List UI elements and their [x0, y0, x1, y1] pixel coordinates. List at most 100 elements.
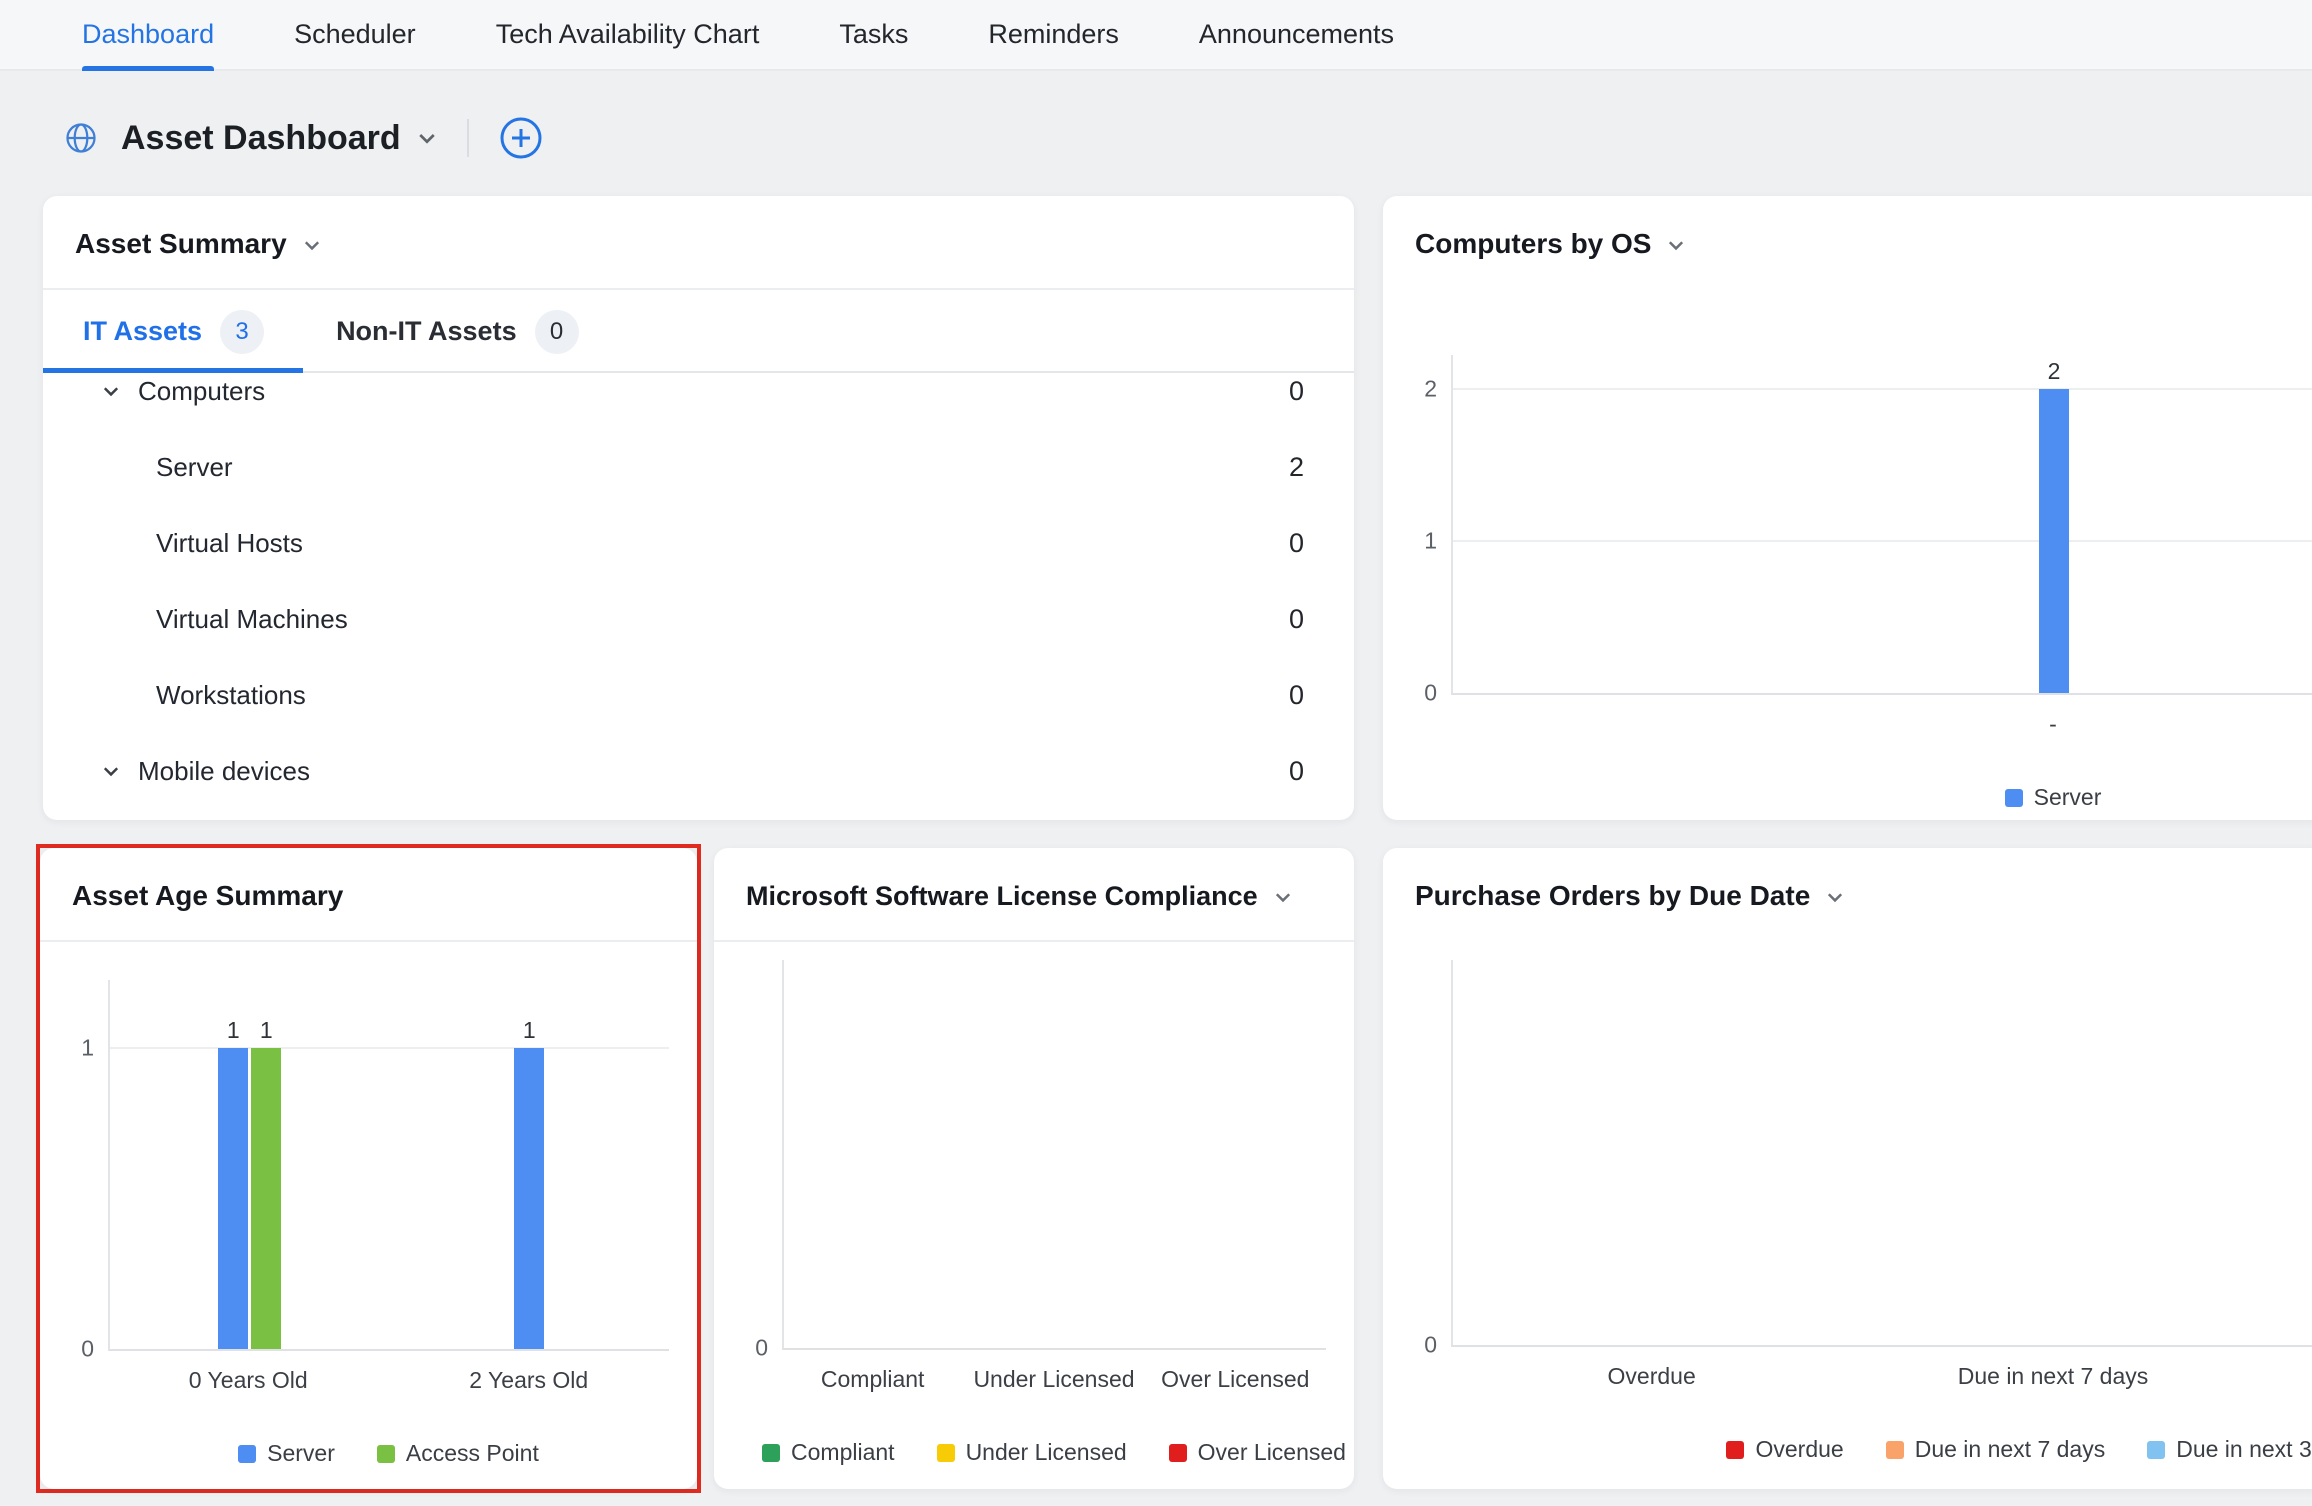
chevron-down-icon[interactable] [100, 760, 122, 782]
chevron-down-icon[interactable] [100, 380, 122, 402]
bar-server[interactable] [514, 1048, 544, 1349]
x-category-label: Overdue [1451, 1363, 1852, 1390]
card-title: Purchase Orders by Due Date [1415, 878, 1810, 914]
asset-summary-card: Asset Summary IT Assets 3 Non-IT Assets … [43, 196, 1354, 820]
purchase-orders-chart: 0 Overdue Due in next 7 days Overdue Due in … [1383, 960, 2312, 1463]
y-tick-label: 0 [1424, 1334, 1437, 1357]
legend-label: Server [267, 1440, 335, 1467]
card-title: Computers by OS [1415, 226, 1651, 262]
legend-swatch [2147, 1441, 2165, 1459]
tab-announcements[interactable]: Announcements [1199, 0, 1394, 69]
legend-label: Server [2034, 784, 2102, 811]
legend-swatch [377, 1445, 395, 1463]
dashboard-header: Asset Dashboard [63, 114, 545, 162]
legend-label: Under Licensed [966, 1439, 1127, 1466]
tab-dashboard[interactable]: Dashboard [82, 0, 214, 69]
selection-highlight-border: Asset Age Summary 011110 Years Old2 Year… [36, 844, 701, 1493]
y-tick-label: 0 [1424, 682, 1437, 705]
legend-item[interactable]: Over Licensed [1169, 1439, 1346, 1466]
legend-label: Compliant [791, 1439, 895, 1466]
plot-area: 01111 [108, 980, 669, 1351]
chevron-down-icon[interactable] [1272, 886, 1294, 908]
legend-item[interactable]: Server [2005, 784, 2102, 811]
asset-row-value: 0 [1289, 756, 1304, 787]
legend-swatch [1726, 1441, 1744, 1459]
asset-age-summary-card: Asset Age Summary 011110 Years Old2 Year… [40, 848, 697, 1489]
chart-legend: Server Access Point [108, 1440, 669, 1467]
tab-tech-availability-chart[interactable]: Tech Availability Chart [496, 0, 760, 69]
tab-tasks[interactable]: Tasks [839, 0, 908, 69]
computers-by-os-card: Computers by OS 0122 - Server [1383, 196, 2312, 820]
legend-item[interactable]: Compliant [762, 1439, 895, 1466]
y-tick-label: 0 [81, 1338, 94, 1361]
add-dashboard-button[interactable] [497, 114, 545, 162]
asset-row-value: 0 [1289, 604, 1304, 635]
chevron-down-icon[interactable] [1665, 234, 1687, 256]
chevron-down-icon[interactable] [1824, 886, 1846, 908]
legend-item[interactable]: Due in next 30 days [2147, 1436, 2312, 1463]
x-category-label: Compliant [782, 1366, 963, 1393]
legend-item[interactable]: Under Licensed [937, 1439, 1127, 1466]
x-category-label: 2 Years Old [389, 1367, 670, 1394]
tab-scheduler[interactable]: Scheduler [294, 0, 416, 69]
legend-swatch [937, 1444, 955, 1462]
legend-swatch [238, 1445, 256, 1463]
asset-row-virtual-machines[interactable]: Virtual Machines 0 [43, 581, 1354, 657]
tab-label: IT Assets [83, 316, 202, 347]
legend-item[interactable]: Server [238, 1440, 335, 1467]
card-title: Asset Summary [75, 226, 287, 262]
card-title: Asset Age Summary [72, 878, 343, 914]
chart-legend: Overdue Due in next 7 days Due in next 30 … [1451, 1436, 2312, 1463]
divider [714, 940, 1354, 942]
asset-row-value: 0 [1289, 680, 1304, 711]
plot-area: 0 [782, 960, 1326, 1350]
tab-reminders[interactable]: Reminders [988, 0, 1119, 69]
legend-swatch [1886, 1441, 1904, 1459]
bar-value-label: 1 [260, 1019, 273, 1042]
bar-value-label: 2 [2048, 360, 2061, 383]
legend-item[interactable]: Due in next 7 days [1886, 1436, 2106, 1463]
plot-area: 0122 [1451, 355, 2312, 695]
asset-row-virtual-hosts[interactable]: Virtual Hosts 0 [43, 505, 1354, 581]
chevron-down-icon[interactable] [415, 126, 439, 150]
asset-age-summary-chart: 011110 Years Old2 Years OldServerAccess … [40, 980, 697, 1467]
y-tick-label: 2 [1424, 378, 1437, 401]
asset-row-mobile-devices[interactable]: Mobile devices 0 [43, 733, 1354, 809]
bar-server[interactable] [218, 1048, 248, 1349]
asset-row-label: Virtual Hosts [156, 528, 303, 559]
active-tab-underline [43, 368, 303, 373]
legend-label: Due in next 30 days [2176, 1436, 2312, 1463]
bar-value-label: 1 [227, 1019, 240, 1042]
legend-label: Due in next 7 days [1915, 1436, 2106, 1463]
bar-value-label: 1 [523, 1019, 536, 1042]
ms-license-compliance-card: Microsoft Software License Compliance 0C… [714, 848, 1354, 1489]
tab-count-badge: 3 [220, 310, 264, 354]
legend-swatch [2005, 789, 2023, 807]
bar-access-point[interactable] [251, 1048, 281, 1349]
asset-type-list: Computers 0 Server 2 Virtual Hosts 0 Vir… [43, 373, 1354, 809]
y-tick-label: 0 [755, 1337, 768, 1360]
x-category-label: - [1451, 711, 2312, 738]
asset-row-label: Computers [138, 376, 265, 407]
divider [40, 940, 697, 942]
x-category-label [2254, 1363, 2312, 1390]
asset-row-value: 2 [1289, 452, 1304, 483]
bar-server[interactable] [2039, 389, 2069, 693]
legend-swatch [1169, 1444, 1187, 1462]
asset-row-computers[interactable]: Computers 0 [43, 373, 1354, 429]
tab-it-assets[interactable]: IT Assets 3 [83, 310, 264, 354]
asset-row-server[interactable]: Server 2 [43, 429, 1354, 505]
asset-row-label: Server [156, 452, 233, 483]
x-category-label: Under Licensed [963, 1366, 1144, 1393]
tab-non-it-assets[interactable]: Non-IT Assets 0 [336, 310, 579, 354]
purchase-orders-card: Purchase Orders by Due Date 0 Overdue Due … [1383, 848, 2312, 1489]
page-title: Asset Dashboard [121, 119, 401, 158]
legend-item[interactable]: Access Point [377, 1440, 539, 1467]
plot-area: 0 [1451, 960, 2312, 1347]
legend-label: Over Licensed [1198, 1439, 1346, 1466]
asset-row-workstations[interactable]: Workstations 0 [43, 657, 1354, 733]
tab-count-badge: 0 [535, 310, 579, 354]
legend-item[interactable]: Overdue [1726, 1436, 1843, 1463]
chevron-down-icon[interactable] [301, 234, 323, 256]
asset-row-label: Virtual Machines [156, 604, 348, 635]
